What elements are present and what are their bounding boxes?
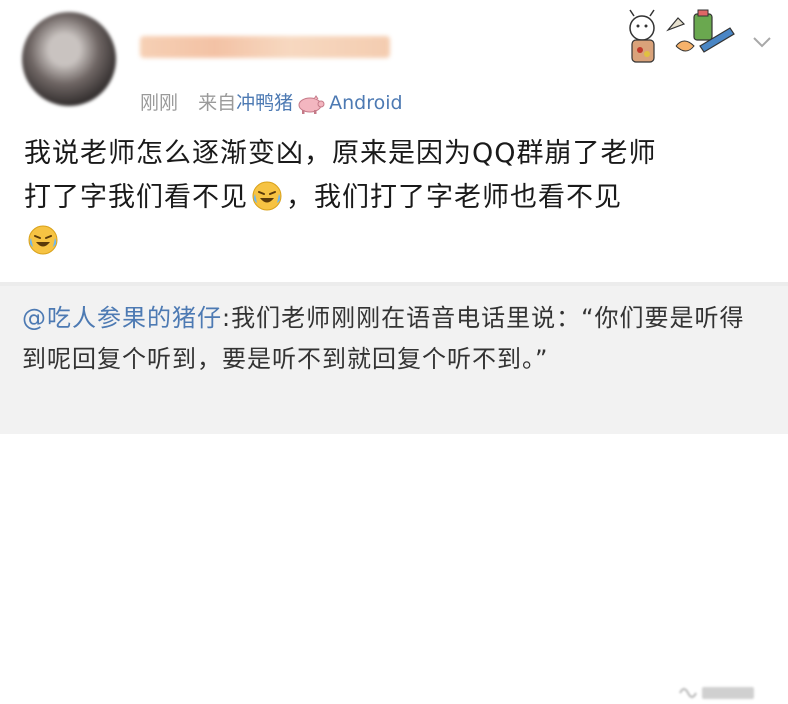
reply-comment[interactable]: @吃人参果的猪仔:我们老师刚刚在语音电话里说：“你们要是听得到呢回复个听到，要是… xyxy=(0,286,788,699)
avatar[interactable] xyxy=(22,12,116,106)
decoration-sticker-icon xyxy=(629,9,735,63)
comment-text: @吃人参果的猪仔:我们老师刚刚在语音电话里说：“你们要是听得到呢回复个听到，要是… xyxy=(22,298,762,380)
laughing-crying-emoji-icon xyxy=(252,181,282,211)
platform-link[interactable]: Android xyxy=(329,92,402,114)
content-line-2b: ，我们打了字老师也看不见 xyxy=(286,182,622,213)
pig-icon xyxy=(298,94,325,114)
source-prefix: 来自 xyxy=(198,92,237,114)
mention-link[interactable]: @吃人参果的猪仔 xyxy=(22,304,222,332)
source-name-link[interactable]: 冲鸭猪 xyxy=(236,92,293,114)
chevron-down-icon[interactable] xyxy=(752,36,772,48)
content-line-1: 我说老师怎么逐渐变凶，原来是因为QQ群崩了老师 xyxy=(24,138,657,169)
username-blurred[interactable] xyxy=(140,36,390,58)
laughing-crying-emoji-icon xyxy=(28,225,58,255)
content-line-2a: 打了字我们看不见 xyxy=(24,182,248,213)
timestamp: 刚刚 xyxy=(140,92,179,114)
post-content: 我说老师怎么逐渐变凶，原来是因为QQ群崩了老师 打了字我们看不见 ，我们打了字老… xyxy=(24,132,774,264)
post-meta: 刚刚 来自冲鸭猪 Android xyxy=(140,88,403,115)
weibo-post: 刚刚 来自冲鸭猪 Android 我说老师怎么逐渐变凶，原来是因为QQ群崩了老师… xyxy=(0,0,788,282)
watermark-blurred xyxy=(679,687,754,699)
